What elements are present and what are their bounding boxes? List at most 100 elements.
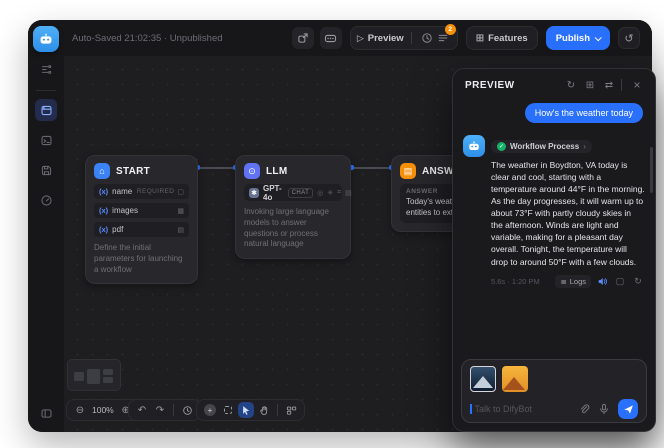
close-icon: × bbox=[633, 78, 640, 92]
open-app-button[interactable] bbox=[292, 27, 314, 49]
node-start[interactable]: ⌂ START (x) name REQUIRED ▢ (x) images ▦… bbox=[85, 155, 198, 284]
refresh-icon: ↻ bbox=[567, 80, 575, 91]
header-divider bbox=[621, 79, 622, 91]
plus-circle-icon: + bbox=[204, 404, 216, 416]
swap-panel-button[interactable]: ⇄ bbox=[601, 77, 617, 93]
logs-list-icon: ≣ bbox=[560, 277, 566, 286]
swap-icon: ⇄ bbox=[605, 80, 613, 91]
api-card-icon bbox=[324, 32, 337, 45]
read-aloud-button[interactable] bbox=[595, 275, 609, 289]
regenerate-button[interactable]: ↻ bbox=[631, 275, 645, 289]
features-button[interactable]: ⊞ Features bbox=[466, 26, 538, 50]
answer-icon: ▤ bbox=[400, 163, 416, 179]
sidebar-item-api[interactable] bbox=[35, 129, 57, 151]
toolbar-divider bbox=[173, 404, 174, 416]
message-meta: 5.6s · 1:20 PM bbox=[491, 277, 555, 286]
robot-icon bbox=[467, 139, 481, 153]
toolbar-divider bbox=[277, 404, 278, 416]
start-node-description: Define the initial parameters for launch… bbox=[94, 243, 189, 275]
bot-message-text: The weather in Boydton, VA today is clea… bbox=[491, 159, 645, 268]
copy-button[interactable]: ▢ bbox=[613, 275, 627, 289]
restart-conversation-button[interactable]: ↻ bbox=[563, 77, 579, 93]
variable-row-images[interactable]: (x) images ▦ bbox=[94, 203, 189, 218]
file-icon: ▤ bbox=[177, 226, 184, 234]
paperclip-icon bbox=[578, 403, 590, 415]
version-history-button[interactable]: ↺ bbox=[618, 27, 640, 49]
play-icon: ▷ bbox=[357, 33, 364, 44]
workflow-process-toggle[interactable]: ✓ Workflow Process › bbox=[491, 140, 592, 153]
layout-grid-icon bbox=[286, 405, 297, 416]
logs-button[interactable]: ≣ Logs bbox=[555, 275, 591, 288]
screen: Auto-Saved 21:02:35 · Unpublished bbox=[0, 0, 664, 448]
minimap[interactable] bbox=[67, 359, 121, 391]
panel-scrollbar[interactable] bbox=[650, 147, 653, 193]
variable-name: name bbox=[112, 187, 132, 196]
send-message-button[interactable] bbox=[618, 399, 638, 419]
sidebar-item-orchestrate[interactable] bbox=[35, 99, 57, 121]
voice-input-button[interactable] bbox=[596, 401, 612, 417]
undo-button[interactable]: ↶ bbox=[134, 402, 150, 418]
collapse-panel-button[interactable] bbox=[35, 402, 57, 424]
checklist-button[interactable]: 2 bbox=[435, 30, 451, 46]
add-note-button[interactable] bbox=[220, 402, 236, 418]
pointer-mode-button[interactable] bbox=[238, 402, 254, 418]
left-sidebar bbox=[28, 20, 64, 432]
preview-run-button[interactable]: ▷ Preview bbox=[357, 33, 404, 44]
uploaded-image-thumbnail-2[interactable] bbox=[502, 366, 528, 392]
preview-title: PREVIEW bbox=[465, 80, 560, 91]
close-preview-button[interactable]: × bbox=[629, 77, 645, 93]
model-name: GPT-4o bbox=[263, 184, 282, 202]
sidebar-item-monitoring[interactable] bbox=[35, 189, 57, 211]
api-reference-button[interactable] bbox=[320, 27, 342, 49]
edge-start-llm bbox=[198, 167, 236, 169]
message-input[interactable]: Talk to DifyBot bbox=[475, 404, 573, 414]
history-restore-icon: ↺ bbox=[624, 32, 633, 45]
change-history-button[interactable] bbox=[179, 402, 195, 418]
zoom-level[interactable]: 100% bbox=[90, 405, 116, 415]
gauge-icon bbox=[40, 194, 53, 207]
llm-node-header[interactable]: ⊙ LLM bbox=[236, 156, 350, 184]
note-frame-icon bbox=[224, 406, 232, 414]
hand-mode-button[interactable] bbox=[256, 402, 272, 418]
panel-layout-icon bbox=[40, 407, 53, 420]
bot-message-content: ✓ Workflow Process › The weather in Boyd… bbox=[491, 135, 645, 289]
new-window-button[interactable]: ⊞ bbox=[582, 77, 598, 93]
add-block-button[interactable]: + bbox=[202, 402, 218, 418]
sidebar-item-workflow[interactable] bbox=[35, 58, 57, 80]
redo-button[interactable]: ↷ bbox=[152, 402, 168, 418]
run-history-button[interactable] bbox=[419, 30, 435, 46]
model-selector[interactable]: ✱ GPT-4o CHAT ◎ ✳ ⌗ ▤ bbox=[244, 184, 342, 201]
variable-row-pdf[interactable]: (x) pdf ▤ bbox=[94, 222, 189, 237]
organize-blocks-button[interactable] bbox=[283, 402, 299, 418]
variable-name: images bbox=[112, 206, 138, 215]
history-clock-icon bbox=[182, 405, 193, 416]
preview-run-group: ▷ Preview bbox=[350, 26, 458, 50]
hand-grab-icon bbox=[259, 405, 270, 416]
chevron-down-icon bbox=[595, 34, 602, 41]
start-node-title: START bbox=[116, 166, 150, 177]
app-logo[interactable] bbox=[33, 26, 59, 52]
start-node-header[interactable]: ⌂ START bbox=[86, 156, 197, 184]
variable-row-name[interactable]: (x) name REQUIRED ▢ bbox=[94, 184, 189, 199]
uploaded-image-thumbnail-1[interactable] bbox=[470, 366, 496, 392]
group-divider bbox=[411, 32, 412, 44]
preview-panel: PREVIEW ↻ ⊞ ⇄ × How's the weather today bbox=[452, 68, 656, 432]
redo-icon: ↷ bbox=[156, 405, 164, 416]
history-toolbar: ↶ ↷ bbox=[128, 399, 201, 421]
open-in-new-icon bbox=[297, 32, 309, 44]
tools-capability-icon: ✳ bbox=[327, 189, 333, 197]
image-icon: ▦ bbox=[177, 207, 184, 215]
workflow-process-label: Workflow Process bbox=[510, 142, 579, 151]
window-icon bbox=[40, 104, 53, 117]
required-badge: REQUIRED bbox=[137, 188, 175, 195]
autosave-status: Auto-Saved 21:02:35 · Unpublished bbox=[72, 33, 223, 44]
variable-type-tag: (x) bbox=[99, 225, 108, 234]
node-llm[interactable]: ⊙ LLM ✱ GPT-4o CHAT ◎ ✳ ⌗ ▤ Invoking lar… bbox=[235, 155, 351, 259]
zoom-out-button[interactable]: ⊖ bbox=[72, 402, 88, 418]
publish-button[interactable]: Publish bbox=[546, 26, 610, 50]
user-message-bubble: How's the weather today bbox=[525, 103, 643, 123]
sidebar-item-logs[interactable] bbox=[35, 159, 57, 181]
speaker-icon bbox=[597, 276, 608, 287]
bot-avatar bbox=[463, 135, 485, 157]
attach-file-button[interactable] bbox=[576, 401, 592, 417]
